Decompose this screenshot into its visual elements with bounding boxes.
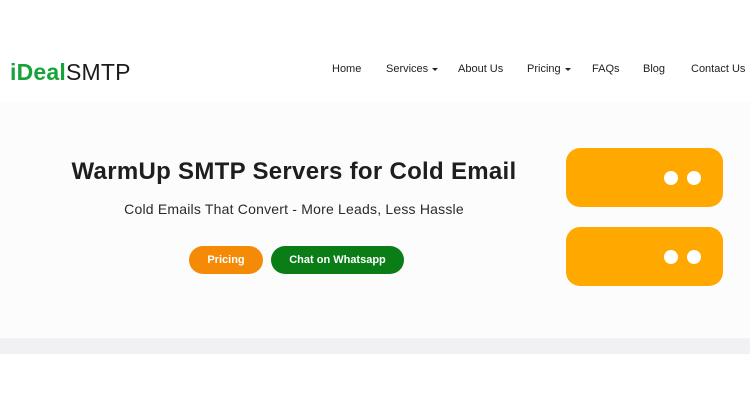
site-header: iDeal SMTP Home Services About Us Pricing…	[0, 0, 750, 102]
server-light-icon	[664, 250, 678, 264]
nav-services-label: Services	[386, 63, 429, 75]
nav-pricing[interactable]: Pricing	[527, 63, 571, 75]
chevron-down-icon	[564, 67, 571, 71]
section-divider-band	[0, 338, 750, 354]
server-light-icon	[687, 171, 701, 185]
server-light-icon	[664, 171, 678, 185]
nav-services[interactable]: Services	[386, 63, 439, 75]
next-section	[0, 354, 750, 400]
nav-about-label: About Us	[458, 63, 504, 75]
whatsapp-chat-button[interactable]: Chat on Whatsapp	[271, 246, 404, 274]
hero-subtitle: Cold Emails That Convert - More Leads, L…	[124, 201, 464, 217]
nav-pricing-label: Pricing	[527, 63, 561, 75]
server-illustration-top	[566, 148, 723, 207]
nav-blog-label: Blog	[643, 63, 666, 75]
server-illustration-bottom	[566, 227, 723, 286]
nav-home[interactable]: Home	[332, 63, 361, 75]
nav-faqs-label: FAQs	[592, 63, 620, 75]
nav-home-label: Home	[332, 63, 362, 75]
hero-title: WarmUp SMTP Servers for Cold Email	[71, 158, 517, 185]
nav-blog[interactable]: Blog	[643, 63, 665, 75]
chevron-down-icon	[432, 67, 439, 71]
nav-contact[interactable]: Contact Us	[691, 63, 745, 75]
nav-faqs[interactable]: FAQs	[592, 63, 620, 75]
main-nav: Home Services About Us Pricing FAQs Blog…	[0, 63, 750, 81]
hero-section	[0, 102, 750, 338]
nav-about[interactable]: About Us	[458, 63, 503, 75]
pricing-button[interactable]: Pricing	[189, 246, 263, 274]
server-light-icon	[687, 250, 701, 264]
nav-contact-label: Contact Us	[691, 63, 746, 75]
